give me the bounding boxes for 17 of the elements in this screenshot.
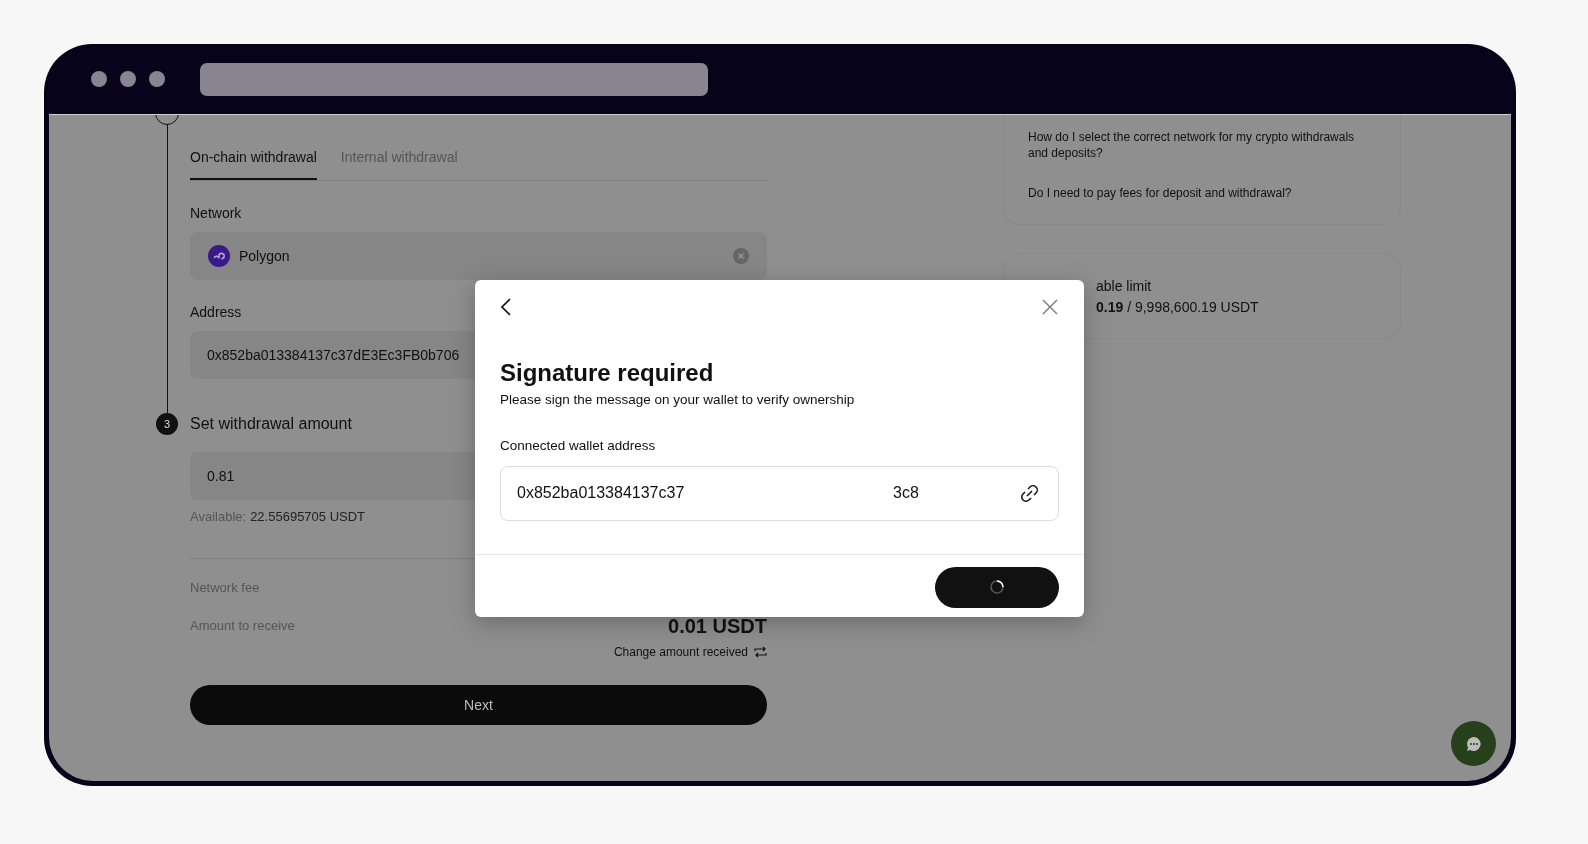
network-value: Polygon bbox=[239, 246, 291, 266]
dialog-title: Signature required bbox=[500, 358, 715, 388]
dialog-subtitle: Please sign the message on your wallet to verify ownership bbox=[500, 391, 856, 409]
summary-label: Network fee bbox=[190, 578, 261, 597]
step-number: 3 bbox=[156, 413, 178, 435]
step-title: Set withdrawal amount bbox=[190, 414, 352, 434]
limit-value: 0.19 / 9,998,600.19 USDT bbox=[1096, 298, 1260, 317]
field-label: Address bbox=[190, 303, 242, 322]
wallet-address-end: 3c8 bbox=[893, 483, 920, 503]
receive-amount: 0.01 USDT bbox=[668, 614, 767, 639]
limit-title: able limit bbox=[1096, 277, 1153, 296]
available-value: 22.55695705 USDT bbox=[250, 508, 366, 526]
wallet-address-start: 0x852ba013384137c37 bbox=[517, 483, 686, 503]
summary-label: Amount to receive bbox=[190, 617, 295, 636]
field-label: Network bbox=[190, 204, 242, 223]
available-label: Available: bbox=[190, 508, 247, 526]
field-label: Connected wallet address bbox=[500, 437, 657, 456]
